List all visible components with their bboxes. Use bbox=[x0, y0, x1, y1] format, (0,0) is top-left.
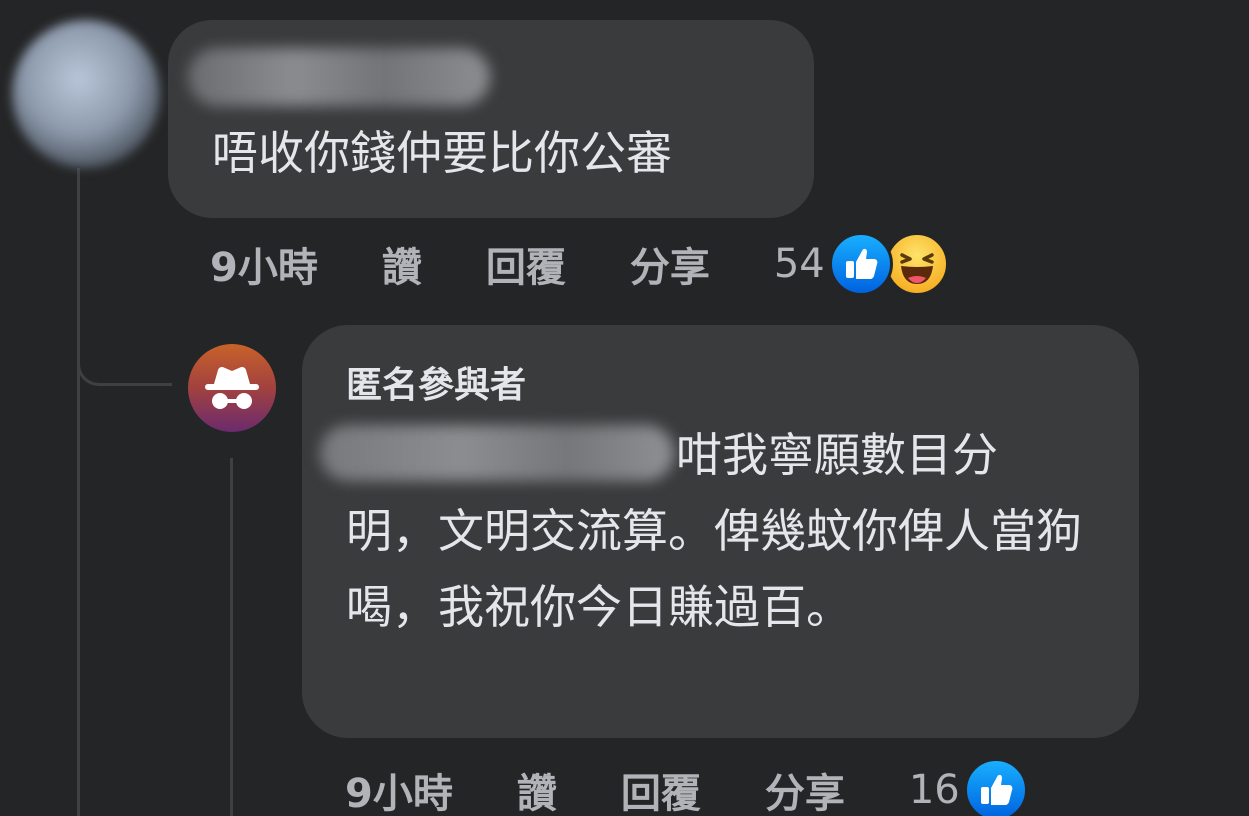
comment-actions: 9小時 讚 回覆 分享 54 bbox=[210, 232, 949, 296]
comment-timestamp[interactable]: 9小時 bbox=[210, 235, 318, 293]
blurred-author-name[interactable] bbox=[188, 48, 490, 106]
like-button[interactable]: 讚 bbox=[517, 761, 557, 816]
like-icon[interactable] bbox=[828, 232, 893, 296]
like-button[interactable]: 讚 bbox=[382, 235, 422, 293]
thread-line bbox=[77, 168, 80, 816]
comment-thread: 唔收你錢仲要比你公審 9小時 讚 回覆 分享 54 匿名參與者 咁我寧願數目分明… bbox=[0, 0, 1249, 816]
incognito-icon bbox=[205, 366, 259, 409]
haha-icon[interactable] bbox=[884, 232, 949, 296]
anonymous-avatar[interactable] bbox=[188, 344, 276, 432]
comment-text: 唔收你錢仲要比你公審 bbox=[212, 126, 672, 180]
reply-timestamp[interactable]: 9小時 bbox=[345, 761, 453, 816]
reaction-count[interactable]: 54 bbox=[774, 241, 825, 287]
reply-bubble: 匿名參與者 咁我寧願數目分明，文明交流算。俾幾蚊你俾人當狗喝，我祝你今日賺過百。 bbox=[302, 325, 1139, 738]
reply-thread-line bbox=[230, 458, 233, 816]
avatar[interactable] bbox=[12, 20, 160, 168]
share-button[interactable]: 分享 bbox=[765, 761, 845, 816]
like-icon[interactable] bbox=[963, 758, 1028, 816]
reply-actions: 9小時 讚 回覆 分享 16 bbox=[345, 758, 1028, 816]
share-button[interactable]: 分享 bbox=[630, 235, 710, 293]
reaction-count[interactable]: 16 bbox=[909, 767, 960, 813]
reply-text: 咁我寧願數目分明，文明交流算。俾幾蚊你俾人當狗喝，我祝你今日賺過百。 bbox=[346, 428, 1082, 634]
reply-connector-line bbox=[77, 330, 172, 386]
reply-button[interactable]: 回覆 bbox=[621, 761, 701, 816]
comment-bubble: 唔收你錢仲要比你公審 bbox=[168, 20, 814, 218]
author-name[interactable]: 匿名參與者 bbox=[346, 361, 526, 411]
reply-button[interactable]: 回覆 bbox=[486, 235, 566, 293]
